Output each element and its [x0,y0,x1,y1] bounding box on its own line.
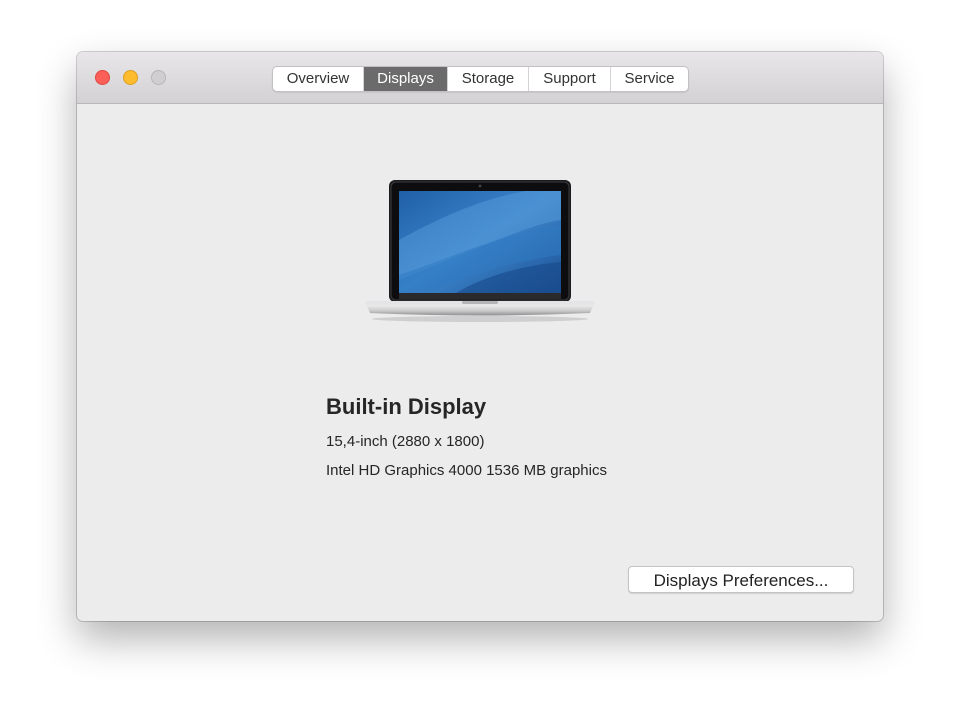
display-name: Built-in Display [326,394,487,419]
tab-storage[interactable]: Storage [448,67,529,91]
macbook-laptop-icon [366,180,594,322]
displays-preferences-button[interactable]: Displays Preferences... [628,566,854,593]
title-bar: Overview Displays Storage Support Servic… [77,52,883,104]
tab-overview[interactable]: Overview [273,67,364,91]
close-icon[interactable] [95,70,110,85]
segmented-tab-control: Overview Displays Storage Support Servic… [272,66,689,92]
displays-panel: Built-in Display 15,4-inch (2880 x 1800)… [77,104,883,621]
desktop-background: Overview Displays Storage Support Servic… [0,0,960,723]
tab-displays[interactable]: Displays [364,67,448,91]
minimize-icon[interactable] [123,70,138,85]
about-this-mac-window: Overview Displays Storage Support Servic… [77,52,883,621]
display-resolution: 15,4-inch (2880 x 1800) [326,433,485,450]
tab-support[interactable]: Support [529,67,611,91]
zoom-icon[interactable] [151,70,166,85]
tab-service[interactable]: Service [611,67,688,91]
graphics-info: Intel HD Graphics 4000 1536 MB graphics [326,462,607,479]
